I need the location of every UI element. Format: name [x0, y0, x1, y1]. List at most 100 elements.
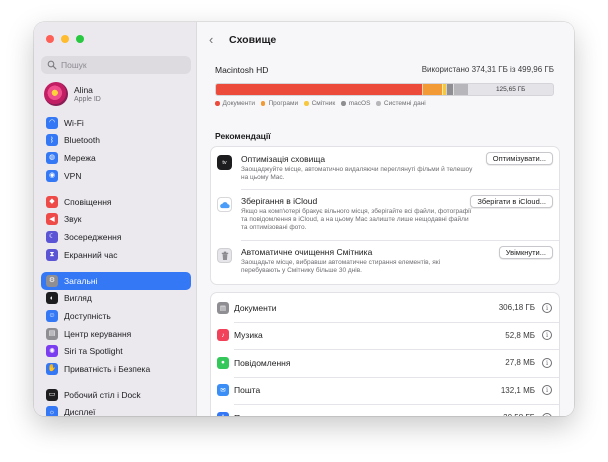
apple-id-profile[interactable]: Alina Apple ID [44, 82, 101, 106]
privacy-hand-icon: ✋ [46, 362, 58, 375]
info-icon[interactable]: i [542, 385, 552, 395]
storage-bar-segment[interactable] [446, 84, 454, 95]
close-button[interactable] [46, 35, 54, 43]
minimize-button[interactable] [61, 35, 69, 43]
category-label: Документи [234, 302, 277, 313]
notifications-icon: ◆ [46, 195, 58, 208]
messages-icon: ● [217, 356, 229, 369]
sidebar-item[interactable]: ▤ Центр керування [41, 325, 191, 343]
storage-bar-segment[interactable] [453, 84, 469, 95]
sidebar-item-label: VPN [64, 170, 82, 181]
storage-category-row[interactable]: A Програми 30,58 ГБ i [211, 404, 559, 416]
turn-on-button[interactable]: Увімкнути... [498, 246, 553, 259]
sidebar-item-label: Дисплеї [64, 407, 96, 416]
legend-label: macOS [348, 100, 371, 107]
sidebar-item[interactable]: ◠ Wi-Fi [41, 114, 191, 132]
sidebar: Пошук Alina Apple ID ◠ Wi-Fi ᛒ Bluetooth ◍ Ме… [34, 22, 197, 416]
screen-time-icon: ⧗ [46, 248, 58, 261]
control-center-icon: ▤ [46, 327, 58, 340]
sidebar-item[interactable]: ▭ Робочий стіл і Dock [41, 386, 191, 404]
storage-usage-bar[interactable]: 125,65 ГБ [215, 83, 554, 96]
sidebar-item[interactable]: ◉ VPN [41, 167, 191, 185]
sidebar-item[interactable]: ✺ Siri та Spotlight [41, 342, 191, 360]
sidebar-item-label: Bluetooth [64, 135, 100, 146]
sidebar-item-label: Wi-Fi [64, 117, 84, 128]
siri-icon: ✺ [46, 345, 58, 358]
category-label: Музика [234, 330, 263, 340]
legend-label: Документи [222, 100, 255, 107]
info-icon[interactable]: i [542, 302, 552, 313]
store-in-icloud-button[interactable]: Зберігати в iCloud... [470, 195, 553, 208]
category-size: 132,1 МБ [500, 385, 535, 395]
disk-summary: Macintosh HD Використано 374,31 ГБ із 49… [215, 65, 554, 107]
sidebar-item[interactable]: ✋ Приватність і Безпека [41, 360, 191, 378]
window-controls [46, 35, 84, 43]
category-label: Повідомлення [234, 357, 291, 368]
legend-label: Смітник [311, 100, 336, 107]
bluetooth-icon: ᛒ [46, 134, 58, 147]
recommendation-title: Оптимізація сховища [241, 154, 326, 164]
settings-window: Пошук Alina Apple ID ◠ Wi-Fi ᛒ Bluetooth ◍ Ме… [34, 22, 574, 416]
sidebar-item-label: Siri та Spotlight [64, 346, 123, 357]
sidebar-item[interactable]: ☼ Дисплеї [41, 404, 191, 416]
optimize-button[interactable]: Оптимізувати... [485, 152, 553, 165]
legend-item: Програми [260, 100, 299, 107]
recommendation-desc: Якщо на комп'ютері бракує вільного місця… [241, 208, 472, 232]
disk-name: Macintosh HD [215, 65, 269, 75]
displays-icon: ☼ [46, 406, 58, 416]
recommendation-icloud: Зберігання в iCloud Якщо на комп'ютері б… [211, 189, 559, 239]
sidebar-item[interactable]: ◀ Звук [41, 211, 191, 229]
accessibility-icon: ☺ [46, 309, 58, 322]
category-label: Пошта [234, 385, 261, 395]
category-label: Програми [234, 413, 273, 417]
sidebar-item[interactable]: ◆ Сповіщення [41, 193, 191, 211]
recommendation-title: Зберігання в iCloud [241, 196, 318, 206]
sidebar-item-label: Сповіщення [64, 196, 112, 207]
desktop-dock-icon: ▭ [46, 388, 58, 401]
sidebar-item-label: Доступність [64, 310, 111, 321]
network-icon: ◍ [46, 151, 58, 164]
recommendations-title: Рекомендації [215, 131, 271, 141]
legend-dot [304, 101, 309, 106]
sidebar-item[interactable]: ⚙ Загальні [41, 272, 191, 290]
documents-icon: ▤ [217, 301, 229, 314]
search-field[interactable]: Пошук [41, 56, 191, 74]
icloud-icon [217, 197, 232, 212]
storage-bar-segment[interactable] [422, 84, 443, 95]
legend-label: Програми [268, 100, 299, 107]
sidebar-item-label: Екранний час [64, 249, 118, 260]
sidebar-group: ⚙ Загальні ◐ Вигляд ☺ Доступність ▤ Центр керув… [41, 272, 191, 378]
recommendation-desc: Заощаджуйте місце, автоматично видаляючи… [241, 166, 473, 182]
back-chevron-icon[interactable]: ‹ [209, 32, 223, 47]
storage-category-row[interactable]: ● Повідомлення 27,8 МБ i [211, 349, 559, 376]
free-space-label: 125,65 ГБ [495, 86, 526, 93]
header: ‹ Сховище [209, 32, 276, 47]
storage-category-row[interactable]: ▤ Документи 306,18 ГБ i [211, 294, 559, 321]
sidebar-item[interactable]: ◐ Вигляд [41, 290, 191, 308]
sidebar-group: ▭ Робочий стіл і Dock ☼ Дисплеї [41, 386, 191, 416]
sidebar-item-label: Робочий стіл і Dock [64, 389, 141, 400]
storage-category-row[interactable]: ✉ Пошта 132,1 МБ i [211, 377, 559, 404]
storage-pane: ‹ Сховище Macintosh HD Використано 374,3… [197, 22, 574, 416]
wifi-icon: ◠ [46, 116, 58, 129]
legend-dot [215, 101, 220, 106]
sidebar-item[interactable]: ᛒ Bluetooth [41, 132, 191, 150]
storage-category-row[interactable]: ♪ Музика 52,8 МБ i [211, 322, 559, 349]
sidebar-item[interactable]: ⧗ Екранний час [41, 246, 191, 264]
zoom-button[interactable] [76, 35, 84, 43]
sidebar-item[interactable]: ☺ Доступність [41, 307, 191, 325]
sound-icon: ◀ [46, 213, 58, 226]
sidebar-item[interactable]: ☾ Зосередження [41, 228, 191, 246]
info-icon[interactable]: i [542, 330, 552, 340]
sidebar-item[interactable]: ◍ Мережа [41, 149, 191, 167]
avatar [44, 82, 68, 106]
legend-item: macOS [341, 100, 370, 107]
sidebar-item-label: Центр керування [64, 328, 132, 339]
sidebar-item-label: Звук [64, 214, 82, 225]
disk-used-text: Використано 374,31 ГБ із 499,96 ГБ [421, 65, 554, 74]
info-icon[interactable]: i [542, 412, 552, 416]
legend-label: Системні дані [383, 100, 426, 107]
info-icon[interactable]: i [542, 357, 552, 368]
storage-bar-segment[interactable] [216, 84, 423, 95]
category-size: 306,18 ГБ [498, 303, 535, 312]
